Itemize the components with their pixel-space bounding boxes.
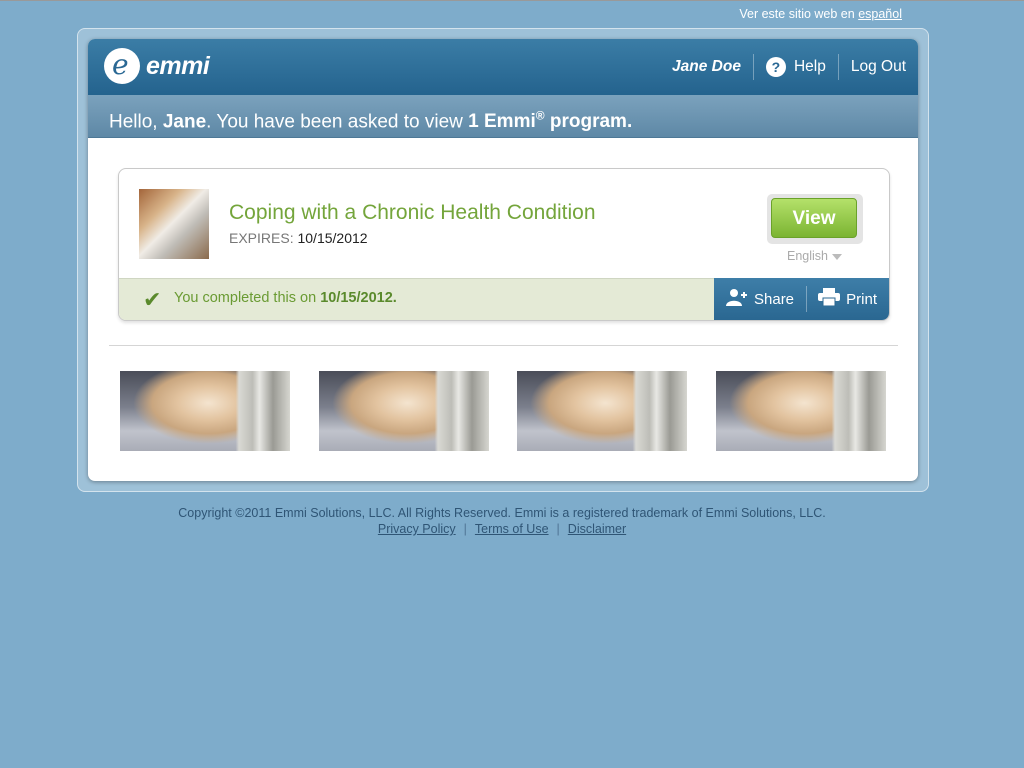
kitten-photo-thumbnail[interactable] <box>716 371 886 451</box>
program-expires: EXPIRES: 10/15/2012 <box>229 230 368 246</box>
completion-bar: ✔ You completed this on 10/15/2012. <box>119 278 714 320</box>
completed-label: You completed this on <box>174 290 317 306</box>
link-separator: | <box>463 522 467 536</box>
share-button[interactable]: Share <box>714 278 806 320</box>
greeting-program: 1 Emmi <box>468 111 536 133</box>
program-card: Coping with a Chronic Health Condition E… <box>118 168 890 321</box>
print-label: Print <box>846 290 877 308</box>
help-label: Help <box>793 58 826 75</box>
print-button[interactable]: Print <box>806 278 889 320</box>
header-nav: Jane Doe ? Help Log Out <box>660 39 918 95</box>
privacy-policy-link[interactable]: Privacy Policy <box>378 522 456 536</box>
help-link[interactable]: ? Help <box>754 54 838 80</box>
greeting-bar: Hello, Jane. You have been asked to view… <box>88 95 918 138</box>
logo-text: emmi <box>146 51 210 80</box>
terms-of-use-link[interactable]: Terms of Use <box>475 522 549 536</box>
help-icon: ? <box>765 57 786 77</box>
language-switch-prefix: Ver este sitio web en <box>739 7 855 21</box>
expires-label: EXPIRES: <box>229 230 294 246</box>
expires-date: 10/15/2012 <box>297 230 368 246</box>
header-bar: emmi Jane Doe ? Help Log Out <box>88 39 918 95</box>
program-title[interactable]: Coping with a Chronic Health Condition <box>229 201 596 225</box>
greeting-end: program. <box>549 111 633 133</box>
greeting-hello: Hello, <box>109 111 158 133</box>
share-label: Share <box>754 290 795 308</box>
kitten-photo-thumbnail[interactable] <box>517 371 687 451</box>
footer-copyright: Copyright ©2011 Emmi Solutions, LLC. All… <box>178 506 826 520</box>
language-select[interactable]: English <box>787 249 842 263</box>
completed-date: 10/15/2012. <box>320 290 397 306</box>
registered-mark: ® <box>535 109 545 123</box>
emmi-logo[interactable]: emmi <box>104 48 210 84</box>
greeting-program-count: 1 Emmi® program. <box>468 109 633 133</box>
language-select-value: English <box>787 249 828 263</box>
printer-icon <box>818 287 841 311</box>
greeting-middle: . You have been asked to view <box>206 111 463 133</box>
logout-link[interactable]: Log Out <box>839 54 918 80</box>
card-actions: Share Print <box>714 278 889 320</box>
greeting-name: Jane <box>162 111 207 133</box>
user-name[interactable]: Jane Doe <box>660 54 753 80</box>
main-panel: emmi Jane Doe ? Help Log Out Hello, Jane… <box>88 39 918 481</box>
emmi-logo-icon <box>104 48 140 84</box>
spanish-link[interactable]: español <box>858 7 902 21</box>
language-switch: Ver este sitio web en español <box>739 7 902 21</box>
kitten-photo-thumbnail[interactable] <box>319 371 489 451</box>
program-thumbnail <box>139 189 209 259</box>
completion-text: You completed this on 10/15/2012. <box>174 290 397 306</box>
view-button-wrap: View <box>767 194 863 244</box>
disclaimer-link[interactable]: Disclaimer <box>568 522 626 536</box>
link-separator: | <box>556 522 560 536</box>
share-person-icon <box>726 288 748 311</box>
section-divider <box>109 345 898 346</box>
kitten-photo-thumbnail[interactable] <box>120 371 290 451</box>
chevron-down-icon <box>832 253 842 260</box>
footer-links: Privacy Policy | Terms of Use | Disclaimer <box>0 522 1004 536</box>
view-button[interactable]: View <box>771 198 857 238</box>
checkmark-icon: ✔ <box>143 287 162 312</box>
